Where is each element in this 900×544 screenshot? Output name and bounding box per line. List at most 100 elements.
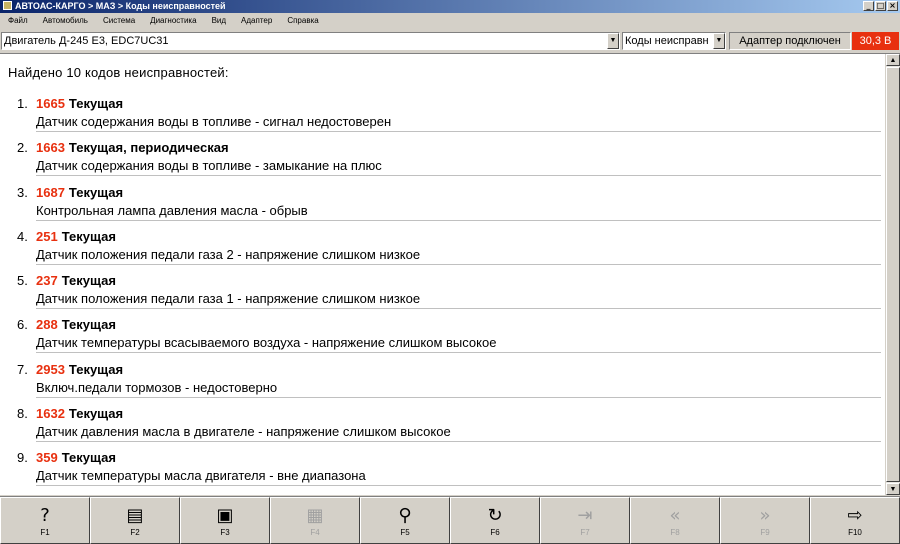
close-button[interactable]: × (887, 1, 898, 11)
fault-code: 1687 Текущая (36, 184, 124, 200)
mode-select[interactable]: Коды неисправн ▼ (622, 32, 726, 50)
divider (36, 396, 881, 398)
fault-row[interactable]: 4. 251 Текущая Датчик положения педали газа… (0, 228, 886, 272)
menu-file[interactable]: Файл (0, 13, 35, 29)
fault-status: Текущая (61, 273, 116, 289)
fkey-f1-button[interactable]: ? F1 (0, 497, 90, 544)
save-icon: ▣ (216, 504, 234, 526)
fault-status: Текущая (68, 361, 124, 377)
scroll-thumb[interactable] (886, 67, 900, 482)
mode-select-value: Коды неисправн (625, 35, 709, 47)
fault-description: Датчик содержания воды в топливе - замык… (36, 158, 382, 174)
window-title-text: АВТОАС-КАРГО > МАЗ > Коды неисправностей (15, 1, 226, 11)
fault-number: 3. (17, 184, 28, 200)
app-icon (3, 1, 12, 10)
fault-row[interactable]: 3. 1687 Текущая Контрольная лампа давления … (0, 184, 886, 228)
refresh-icon: ↻ (487, 504, 503, 526)
fault-status: Текущая (68, 406, 124, 422)
fault-description: Датчик температуры масла двигателя - вне… (36, 468, 366, 484)
fault-row[interactable]: 7. 2953 Текущая Включ.педали тормозов - нед… (0, 361, 886, 405)
fkey-label: F3 (220, 528, 230, 537)
fault-description: Датчик температуры всасываемого воздуха … (36, 335, 497, 351)
fault-description: Датчик положения педали газа 2 - напряже… (36, 246, 421, 262)
fault-code: 2953 Текущая (36, 361, 124, 377)
fault-list: 1. 1665 Текущая Датчик содержания воды в то… (0, 95, 886, 494)
fkey-f5-button[interactable]: ⚲ F5 (360, 497, 450, 544)
fkey-label: F6 (490, 528, 500, 537)
print-icon: ▤ (126, 504, 144, 526)
menu-help[interactable]: Справка (279, 13, 325, 29)
menu-diagnostics[interactable]: Диагностика (142, 13, 203, 29)
fkey-label: F1 (40, 528, 50, 537)
fault-description: Включ.педали тормозов - недостоверно (36, 379, 278, 395)
fault-row[interactable]: 5. 237 Текущая Датчик положения педали газа… (0, 272, 886, 316)
fkey-f9-button: » F9 (720, 497, 810, 544)
fault-number: 5. (17, 273, 28, 289)
fault-number: 2. (17, 140, 28, 156)
window-title: АВТОАС-КАРГО > МАЗ > Коды неисправностей (3, 0, 226, 13)
help-icon: ? (40, 504, 50, 526)
import-icon: ⇥ (577, 504, 593, 526)
title-bar: АВТОАС-КАРГО > МАЗ > Коды неисправностей… (0, 0, 900, 13)
fkey-label: F10 (848, 528, 862, 537)
fault-codes-panel: Найдено 10 кодов неисправностей: 1. 1665 Т… (0, 53, 900, 495)
app-window: АВТОАС-КАРГО > МАЗ > Коды неисправностей… (0, 0, 900, 544)
menu-bar: Файл Автомобиль Система Диагностика Вид … (0, 13, 900, 29)
chevron-down-icon[interactable]: ▼ (713, 33, 725, 49)
fkey-label: F8 (670, 528, 680, 537)
scroll-down-icon[interactable]: ▼ (886, 483, 900, 495)
fkey-f3-button[interactable]: ▣ F3 (180, 497, 270, 544)
fault-row[interactable]: 9. 359 Текущая Датчик температуры масла дви… (0, 449, 886, 493)
fault-row[interactable]: 8. 1632 Текущая Датчик давления масла в дви… (0, 405, 886, 449)
fkey-label: F4 (310, 528, 320, 537)
divider (36, 131, 881, 132)
scroll-up-icon[interactable]: ▲ (886, 54, 900, 66)
fault-number: 7. (17, 361, 28, 377)
fault-status: Текущая (61, 317, 116, 333)
fault-row[interactable]: 1. 1665 Текущая Датчик содержания воды в то… (0, 95, 886, 139)
vertical-scrollbar[interactable]: ▲ ▼ (885, 54, 900, 495)
fault-code: 359 Текущая (36, 450, 116, 466)
fault-code: 1632 Текущая (36, 406, 124, 422)
fkey-label: F2 (130, 528, 140, 537)
fault-status: Текущая (61, 450, 116, 466)
fault-description: Датчик положения педали газа 1 - напряже… (36, 291, 421, 307)
maximize-button[interactable]: □ (875, 1, 886, 11)
engine-select[interactable]: Двигатель Д-245 Е3, EDC7UC31 ▼ (1, 32, 620, 50)
fault-description: Датчик содержания воды в топливе - сигна… (36, 114, 392, 129)
fault-number: 6. (17, 317, 28, 333)
fault-row[interactable]: 2. 1663 Текущая, периодическая Датчик содер… (0, 139, 886, 183)
voltage-indicator: 30,3 В (852, 32, 899, 50)
fault-status: Текущая (68, 184, 124, 200)
forward-icon: » (759, 504, 771, 526)
fault-code: 288 Текущая (36, 317, 116, 333)
fkey-f10-button[interactable]: ⇨ F10 (810, 497, 900, 544)
menu-view[interactable]: Вид (204, 13, 233, 29)
fkey-f6-button[interactable]: ↻ F6 (450, 497, 540, 544)
divider (36, 219, 881, 221)
table-icon: ▦ (306, 504, 324, 526)
fault-status: Текущая (61, 228, 116, 244)
menu-vehicle[interactable]: Автомобиль (35, 13, 95, 29)
divider (36, 441, 881, 443)
divider (36, 308, 881, 310)
fault-code: 1665 Текущая (36, 96, 124, 111)
fault-row[interactable]: 6. 288 Текущая Датчик температуры всасываем… (0, 316, 886, 360)
adapter-status: Адаптер подключен (729, 32, 851, 50)
menu-adapter[interactable]: Адаптер (233, 13, 279, 29)
fault-status: Текущая (68, 96, 124, 111)
fault-number: 9. (17, 450, 28, 466)
fkey-label: F7 (580, 528, 590, 537)
minimize-button[interactable]: _ (863, 1, 874, 11)
function-key-bar: ? F1 ▤ F2 ▣ F3 ▦ F4 ⚲ F5 ↻ F6 ⇥ F7 « F8 » F9 ⇨ F10 (0, 496, 900, 544)
fault-code: 251 Текущая (36, 228, 116, 244)
fkey-f8-button: « F8 (630, 497, 720, 544)
chevron-down-icon[interactable]: ▼ (607, 33, 619, 49)
clear-broom-icon: ⚲ (398, 504, 412, 526)
divider (36, 485, 881, 487)
menu-system[interactable]: Система (95, 13, 142, 29)
fault-code: 1663 Текущая, периодическая (36, 140, 229, 156)
fkey-f2-button[interactable]: ▤ F2 (90, 497, 180, 544)
rewind-icon: « (669, 504, 681, 526)
fkey-label: F9 (760, 528, 770, 537)
